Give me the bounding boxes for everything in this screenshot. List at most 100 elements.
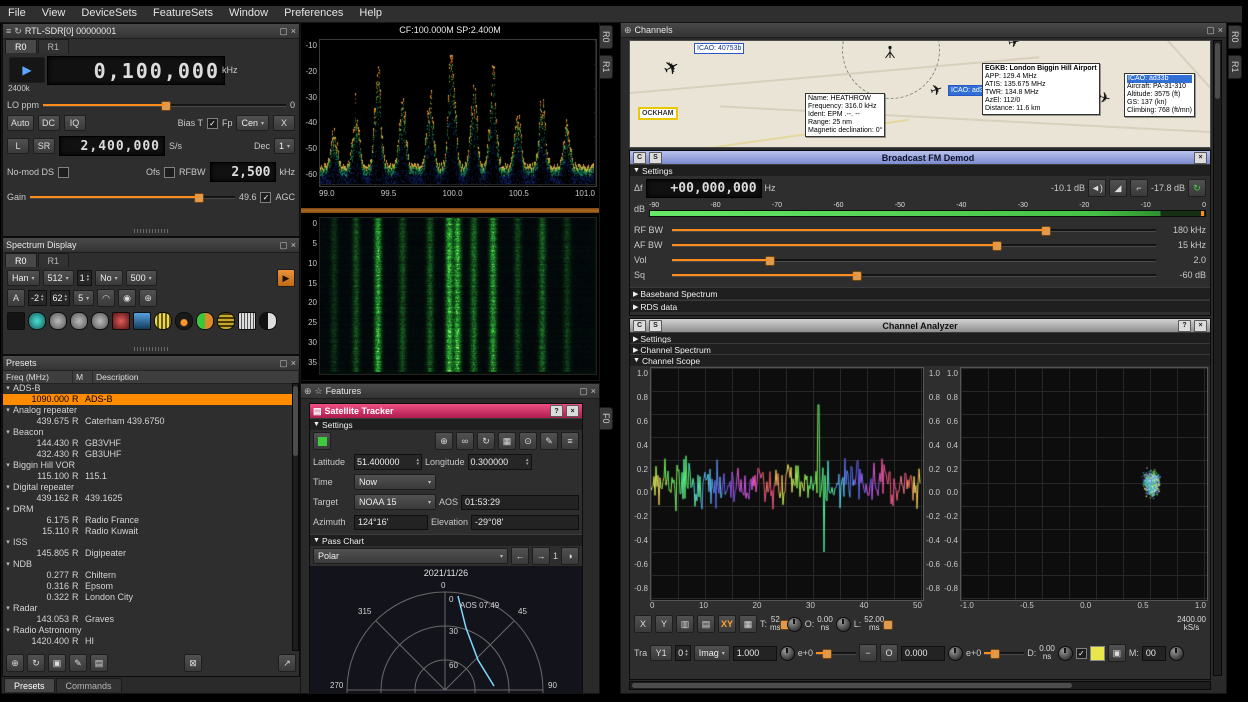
close-icon[interactable]: ×: [591, 386, 596, 396]
channels-titlebar[interactable]: ⊕ Channels ▢ ×: [621, 23, 1226, 38]
fft-window-dropdown[interactable]: Han▾: [7, 270, 40, 286]
channels-horizontal-scrollbar[interactable]: [629, 681, 1211, 690]
reload-presets-button[interactable]: ↻: [27, 654, 45, 672]
add-feature-icon[interactable]: ⊕: [304, 386, 312, 397]
sat-settings-header[interactable]: ▼Settings: [310, 418, 582, 430]
close-button[interactable]: ×: [566, 405, 579, 417]
preset-row[interactable]: 439.162 R 439.1625: [3, 493, 293, 504]
column-description[interactable]: Description: [93, 371, 299, 383]
preset-row[interactable]: 432.430 R GB3UHF: [3, 449, 293, 460]
menu-button[interactable]: ≡: [561, 432, 579, 450]
dish-button[interactable]: ⊙: [519, 432, 537, 450]
display-off-button[interactable]: [7, 312, 25, 330]
scope-trace-display[interactable]: [650, 367, 924, 601]
tree-twisty[interactable]: ▾: [3, 625, 13, 636]
deviceset-side-tab-r0[interactable]: R0: [599, 25, 613, 49]
ockham-vor-chip[interactable]: OCKHAM: [638, 107, 678, 120]
memory-dial[interactable]: [1169, 646, 1184, 661]
spectrum-histogram[interactable]: [319, 39, 597, 187]
float-icon[interactable]: ▢: [279, 358, 288, 369]
channel-settings-button[interactable]: S: [649, 152, 662, 164]
display-panes-button[interactable]: ▥: [676, 615, 694, 633]
preset-row[interactable]: 145.805 R Digipeater: [3, 548, 293, 559]
float-icon[interactable]: ▢: [579, 386, 588, 397]
tree-twisty[interactable]: ▾: [3, 460, 13, 471]
nomod-checkbox[interactable]: [58, 167, 69, 178]
next-pass-button[interactable]: →: [532, 547, 550, 565]
float-icon[interactable]: ▢: [279, 26, 288, 37]
dark-theme-button[interactable]: ◑: [561, 547, 579, 565]
tree-twisty[interactable]: ▾: [3, 405, 13, 416]
deviceset-side-tab-r1[interactable]: R1: [599, 55, 613, 79]
fm-demod-titlebar[interactable]: C S Broadcast FM Demod ×: [630, 151, 1210, 165]
grid-toggle-button[interactable]: [238, 312, 256, 330]
menu-item[interactable]: DeviceSets: [73, 6, 145, 20]
ndb-antenna-icon[interactable]: [884, 45, 896, 59]
delete-preset-button[interactable]: ⊠: [184, 654, 202, 672]
link-button[interactable]: ∞: [456, 432, 474, 450]
close-icon[interactable]: ×: [291, 358, 296, 368]
close-button[interactable]: ×: [1194, 152, 1207, 164]
preset-row[interactable]: ▾ ADS-B: [3, 383, 293, 394]
offset-exp-slider[interactable]: [984, 647, 1024, 659]
prev-pass-button[interactable]: ←: [511, 547, 529, 565]
preset-row[interactable]: 115.100 R 115.1: [3, 471, 293, 482]
preset-row[interactable]: ▾ Radar: [3, 603, 293, 614]
update-tles-button[interactable]: ↻: [477, 432, 495, 450]
preset-row[interactable]: 6.175 R Radio France: [3, 515, 293, 526]
menu-item[interactable]: View: [34, 6, 74, 20]
marker-button[interactable]: [175, 312, 193, 330]
aircraft-icon[interactable]: ✈: [1007, 40, 1022, 52]
set-target-button[interactable]: ⊕: [435, 432, 453, 450]
menu-item[interactable]: Preferences: [276, 6, 351, 20]
ref-level-spinner[interactable]: -2▴▾: [28, 290, 47, 306]
preset-row[interactable]: 0.277 R Chiltern: [3, 570, 293, 581]
presets-scrollbar[interactable]: [292, 383, 299, 651]
feature-presets-icon[interactable]: ☆: [315, 386, 323, 397]
right-side-tab-r0[interactable]: R0: [1228, 25, 1242, 49]
channel-color-button[interactable]: C: [633, 152, 646, 164]
display-y-button[interactable]: Y: [655, 615, 673, 633]
device-tab-r0[interactable]: R0: [5, 39, 37, 53]
channel-frequency-display[interactable]: +00,000,000: [646, 179, 762, 198]
menu-icon[interactable]: ≡: [6, 26, 11, 36]
preset-row[interactable]: 15.110 R Radio Kuwait: [3, 526, 293, 537]
afbw-slider[interactable]: [672, 239, 1156, 251]
preset-row[interactable]: 1090.000 R ADS-B: [3, 394, 293, 405]
display-grid-button[interactable]: ▦: [739, 615, 757, 633]
spectrum-settings-titlebar[interactable]: Spectrum Display ▢ ×: [3, 238, 299, 253]
chart-type-dropdown[interactable]: Polar▾: [313, 548, 508, 564]
beacon-button[interactable]: ◉: [118, 289, 136, 307]
menu-item[interactable]: Window: [221, 6, 276, 20]
tree-twisty[interactable]: ▾: [3, 559, 13, 570]
spectrum-tab-r1[interactable]: R1: [38, 253, 70, 267]
satellite-tracker-titlebar[interactable]: ▤ Satellite Tracker ? ×: [310, 404, 582, 419]
edit-satellites-button[interactable]: ✎: [540, 432, 558, 450]
sr-button[interactable]: SR: [33, 138, 55, 154]
baseband-spectrum-header[interactable]: ▶Baseband Spectrum: [630, 287, 1210, 299]
channel-settings-button[interactable]: S: [649, 320, 662, 332]
amplitude-dial[interactable]: [780, 646, 795, 661]
invert-button[interactable]: [259, 312, 277, 330]
minus-button[interactable]: −: [859, 644, 877, 662]
preset-row[interactable]: 144.430 R GB3VHF: [3, 438, 293, 449]
help-button[interactable]: ?: [1178, 320, 1191, 332]
gradient-button[interactable]: [217, 312, 235, 330]
offset-dial[interactable]: [948, 646, 963, 661]
presets-titlebar[interactable]: Presets ▢ ×: [3, 356, 299, 371]
display-stacked-button[interactable]: ▤: [697, 615, 715, 633]
trace-gray1-button[interactable]: [49, 312, 67, 330]
preset-row[interactable]: ▾ ISS: [3, 537, 293, 548]
gain-slider[interactable]: [30, 191, 235, 203]
trace-gray2-button[interactable]: [70, 312, 88, 330]
squelch-slope-button[interactable]: ◢: [1109, 179, 1127, 197]
reload-device-icon[interactable]: ↻: [14, 26, 22, 37]
iq-button[interactable]: IQ: [64, 115, 86, 131]
float-icon[interactable]: ▢: [1206, 25, 1215, 36]
max-hold-button[interactable]: [112, 312, 130, 330]
column-freq[interactable]: Freq (MHz): [3, 371, 73, 383]
transverter-button[interactable]: X: [273, 115, 295, 131]
preset-row[interactable]: 439.675 R Caterham 439.6750: [3, 416, 293, 427]
adsb-map[interactable]: ✈ ✈ ✈ ✈ ICAO: 40753b ICAO: ad33b OCKHAM …: [629, 40, 1211, 148]
current-trace-button[interactable]: [28, 312, 46, 330]
